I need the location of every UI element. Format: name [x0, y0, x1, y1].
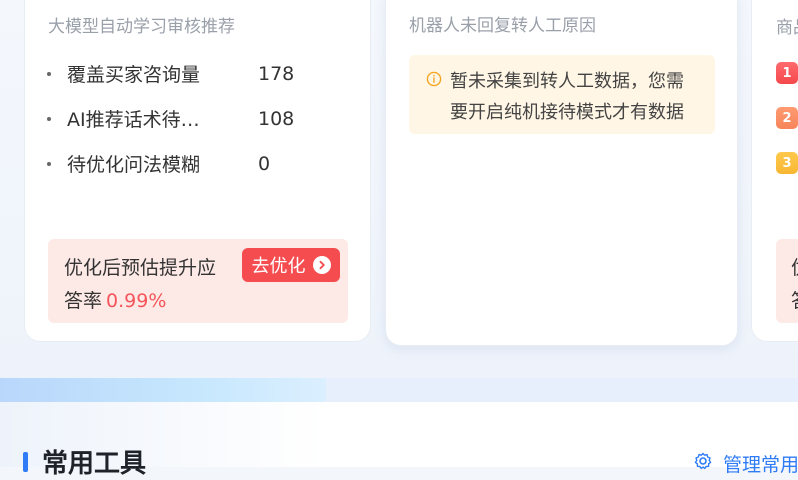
bullet-dot [47, 116, 51, 121]
metric-value: 108 [258, 107, 295, 130]
bullet-dot [47, 161, 51, 166]
rank-badge-2: 2 [776, 107, 798, 129]
metric-row: 覆盖买家咨询量 178 [47, 60, 294, 87]
metric-row: AI推荐话术待… 108 [47, 105, 294, 132]
metric-label: 待优化问法模糊 [67, 154, 201, 176]
gear-icon [693, 451, 713, 476]
transfer-reason-card: 机器人未回复转人工原因 暂未采集到转人工数据，您需 要开启纯机接待模式才有数据 [385, 0, 738, 346]
manage-tools-label: 管理常用 [723, 454, 798, 476]
optimization-tip: 优化后预估提升应 答率 0.99% 去优化 [48, 239, 348, 323]
card-title: 商品 [776, 18, 798, 38]
notice-text: 暂未采集到转人工数据，您需 [450, 71, 684, 92]
card-title: 机器人未回复转人工原因 [409, 16, 596, 36]
section-divider-highlight [0, 378, 326, 402]
tip-text: 优 [791, 253, 798, 280]
ai-learning-review-card: 大模型自动学习审核推荐 覆盖买家咨询量 178 AI推荐话术待… 108 待优化… [24, 0, 371, 342]
metric-label: 覆盖买家咨询量 [67, 64, 201, 86]
bullet-dot [47, 71, 51, 76]
tip-rate-prefix: 答率 [64, 290, 103, 312]
section-accent-bar [23, 452, 28, 472]
metric-row: 待优化问法模糊 0 [47, 150, 270, 177]
chevron-right-circle-icon [312, 256, 331, 274]
metric-label: AI推荐话术待… [67, 109, 200, 131]
notice-text: 要开启纯机接待模式才有数据 [450, 102, 684, 123]
optimize-button-label: 去优化 [251, 256, 306, 277]
tip-text-rate: 答率 0.99% [64, 286, 166, 313]
optimization-tip: 优 答 [776, 239, 798, 323]
rank-badge-1: 1 [776, 62, 798, 84]
metric-value: 0 [258, 152, 271, 175]
tip-rate-value: 0.99% [106, 290, 167, 312]
optimize-button[interactable]: 去优化 [242, 248, 340, 282]
rank-badge-3: 3 [776, 152, 798, 174]
product-card: 商品 1 2 3 优 答 [751, 0, 798, 342]
tip-text: 答 [791, 286, 798, 313]
manage-tools-link[interactable]: 管理常用 [693, 450, 798, 477]
card-title: 大模型自动学习审核推荐 [48, 17, 235, 37]
tip-text: 优化后预估提升应 [64, 257, 217, 279]
info-circle-icon [426, 71, 442, 87]
metric-value: 178 [258, 62, 295, 85]
no-data-notice: 暂未采集到转人工数据，您需 要开启纯机接待模式才有数据 [409, 55, 715, 134]
section-title: 常用工具 [42, 449, 147, 479]
